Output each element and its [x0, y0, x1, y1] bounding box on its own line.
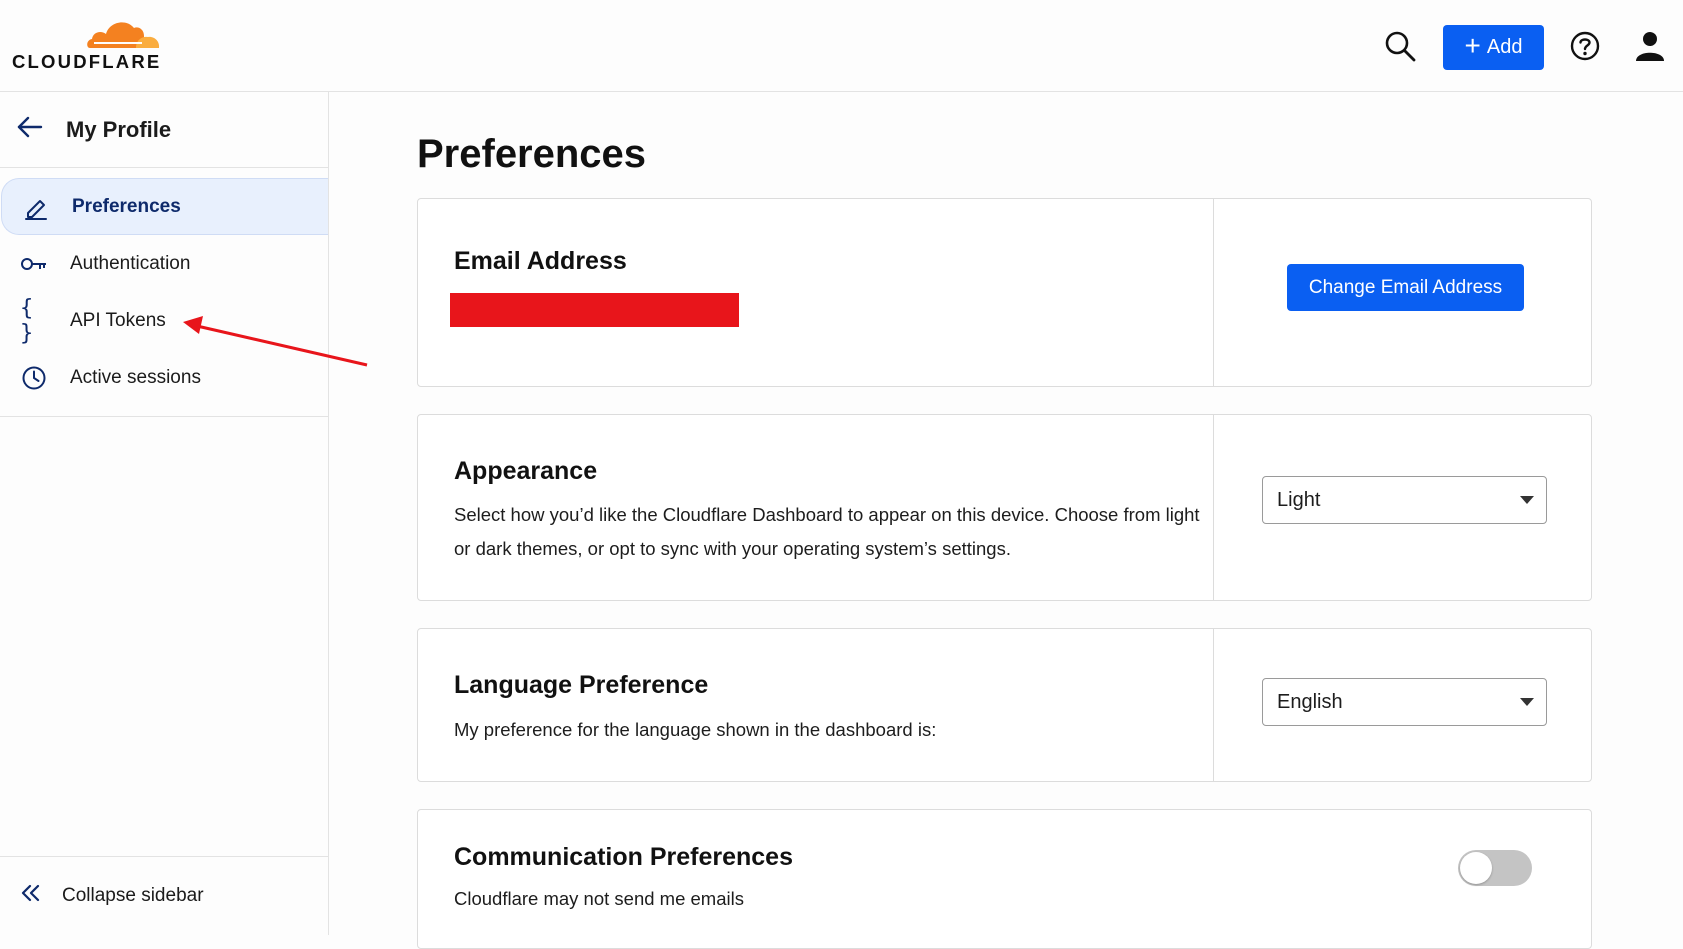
top-bar: CLOUDFLARE + Add [0, 0, 1683, 92]
language-description: My preference for the language shown in … [454, 719, 937, 740]
cloud-logo-icon [87, 22, 160, 48]
collapse-sidebar-button[interactable]: Collapse sidebar [0, 856, 328, 935]
clock-icon [20, 364, 48, 392]
language-card: Language Preference My preference for th… [417, 628, 1592, 782]
card-divider [1213, 415, 1214, 600]
communication-description: Cloudflare may not send me emails [454, 888, 744, 909]
add-button-label: Add [1486, 36, 1523, 58]
user-icon[interactable] [1633, 29, 1669, 65]
card-divider [1213, 199, 1214, 386]
annotation-arrow-icon [183, 316, 368, 367]
cloudflare-logo[interactable]: CLOUDFLARE [12, 16, 162, 72]
sidebar-header: My Profile [0, 92, 328, 168]
appearance-select-value: Light [1277, 488, 1321, 511]
redacted-email [450, 293, 739, 327]
page-title: Preferences [417, 132, 647, 176]
help-icon[interactable] [1568, 29, 1604, 65]
card-divider [1213, 629, 1214, 781]
appearance-card: Appearance Select how you’d like the Clo… [417, 414, 1592, 601]
braces-icon: { } [20, 295, 34, 346]
sidebar: My Profile Preferences Authentication {… [0, 92, 329, 935]
sidebar-item-preferences[interactable]: Preferences [1, 178, 328, 235]
sidebar-item-label: Authentication [70, 252, 191, 274]
plus-icon: + [1464, 30, 1481, 61]
language-select-value: English [1277, 690, 1343, 713]
logo-wordmark: CLOUDFLARE [12, 51, 162, 72]
communication-heading: Communication Preferences [454, 843, 793, 871]
pencil-icon [22, 193, 50, 221]
communication-card: Communication Preferences Cloudflare may… [417, 809, 1592, 949]
appearance-select[interactable]: Light [1262, 476, 1547, 524]
search-icon[interactable] [1383, 29, 1419, 65]
change-email-button[interactable]: Change Email Address [1287, 264, 1524, 311]
appearance-description: Select how you’d like the Cloudflare Das… [454, 504, 1200, 559]
sidebar-item-authentication[interactable]: Authentication [0, 235, 328, 292]
email-toggle[interactable] [1458, 850, 1532, 886]
toggle-knob [1460, 852, 1492, 884]
add-button[interactable]: + Add [1443, 25, 1544, 70]
sidebar-item-label: Preferences [72, 195, 181, 217]
sidebar-nav: Preferences Authentication { } API Token… [0, 168, 328, 417]
appearance-heading: Appearance [454, 457, 598, 485]
caret-down-icon [1520, 496, 1534, 504]
sidebar-item-label: API Tokens [70, 309, 166, 331]
collapse-sidebar-label: Collapse sidebar [62, 885, 204, 906]
key-icon [20, 250, 48, 278]
email-card: Email Address Change Email Address [417, 198, 1592, 387]
email-heading: Email Address [454, 247, 627, 275]
language-select[interactable]: English [1262, 678, 1547, 726]
back-arrow-icon[interactable] [16, 115, 44, 144]
language-heading: Language Preference [454, 671, 709, 699]
double-chevron-left-icon [20, 883, 42, 909]
sidebar-title: My Profile [66, 116, 172, 142]
caret-down-icon [1520, 698, 1534, 706]
